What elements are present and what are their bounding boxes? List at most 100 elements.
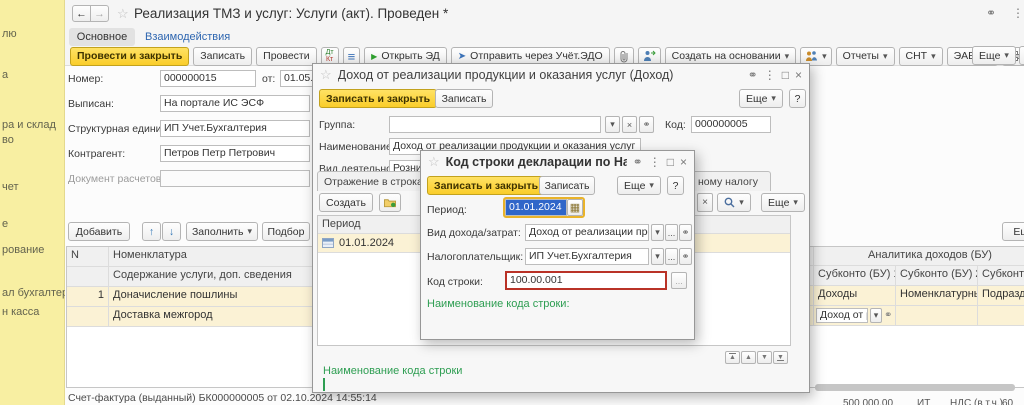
reports-button[interactable]: Отчеты ▾ <box>835 46 895 66</box>
subconto-edit-input[interactable]: Доход от ре <box>816 308 868 323</box>
favorite-star-icon[interactable]: ☆ <box>320 67 332 83</box>
issued-field[interactable]: На портале ИС ЭСФ <box>160 95 310 112</box>
subconto3-cell[interactable]: Подразделе <box>978 286 1024 305</box>
list-more-button[interactable]: Еще ▾ <box>761 193 805 212</box>
more-button[interactable]: Еще ▾ <box>972 46 1016 65</box>
service-content-cell[interactable]: Доставка межгород <box>109 307 312 326</box>
go-prev-icon[interactable]: ▲ <box>741 351 756 364</box>
sidebar-item[interactable]: чет <box>2 181 19 193</box>
link-icon[interactable]: ⚭ <box>633 156 643 168</box>
code-field[interactable]: 000000005 <box>691 116 771 133</box>
link-icon[interactable]: ⚭ <box>679 248 692 265</box>
move-up-icon[interactable]: ↑ <box>142 222 161 241</box>
menu-dots-icon[interactable]: ⋮ <box>649 156 661 168</box>
table-row[interactable]: 1 Доначисление пошлины <box>67 287 312 307</box>
go-next-icon[interactable]: ▼ <box>757 351 772 364</box>
sidebar-item[interactable]: е <box>2 218 8 230</box>
forward-icon[interactable]: → <box>90 5 109 22</box>
column-header-subconto1[interactable]: Субконто (БУ) 1 <box>814 266 896 285</box>
column-header-subconto3[interactable]: Субконто (Б <box>978 266 1024 285</box>
chevron-down-icon[interactable]: ▾ <box>651 248 664 265</box>
tab-interactions[interactable]: Взаимодействия <box>145 31 230 43</box>
taxpayer-field[interactable]: ИП Учет.Бухгалтерия <box>525 248 649 265</box>
status-bar-invoice-link[interactable]: Счет-фактура (выданный) БК000000005 от 0… <box>68 392 377 404</box>
snt-button[interactable]: СНТ ▾ <box>898 46 943 66</box>
chevron-down-icon[interactable]: ▾ <box>870 308 882 323</box>
analytics-more-button[interactable]: Еще <box>1002 222 1024 241</box>
chevron-down-icon[interactable]: ▾ <box>605 116 620 133</box>
add-row-button[interactable]: Добавить <box>68 222 130 241</box>
counterparty-field[interactable]: Петров Петр Петрович <box>160 145 310 162</box>
fill-button[interactable]: Заполнить ▾ <box>186 222 258 241</box>
income-type-field[interactable]: Доход от реализации продукции и о <box>525 224 649 241</box>
save-and-close-button[interactable]: Записать и закрыть <box>319 89 438 108</box>
link-icon[interactable]: ⚭ <box>884 310 892 322</box>
sidebar-item[interactable]: во <box>2 134 14 146</box>
subconto2-cell[interactable] <box>896 306 978 325</box>
column-header-service-content[interactable]: Содержание услуги, доп. сведения <box>109 267 312 286</box>
sidebar-item[interactable]: ал бухгалтера <box>2 287 74 299</box>
column-header-n[interactable]: N <box>67 247 109 266</box>
table-row[interactable]: Доходы Номенклатурны... Подразделе <box>807 286 1024 306</box>
go-first-icon[interactable]: ▲ <box>725 351 740 364</box>
nomenclature-cell[interactable]: Доначисление пошлины <box>109 287 312 306</box>
post-button[interactable]: Провести <box>256 46 317 66</box>
link-icon[interactable]: ⚭ <box>679 224 692 241</box>
sidebar-item[interactable]: ра и склад <box>2 119 56 131</box>
settlement-doc-field[interactable] <box>160 170 310 187</box>
horizontal-scrollbar[interactable] <box>815 384 1015 391</box>
sidebar-item[interactable]: лю <box>2 28 17 40</box>
save-and-close-button[interactable]: Записать и закрыть <box>427 176 546 195</box>
choose-icon[interactable]: ... <box>671 272 687 289</box>
menu-dots-icon[interactable]: ⋮ <box>764 69 776 81</box>
more-button[interactable]: Еще ▾ <box>617 176 661 195</box>
go-last-icon[interactable]: ▼ <box>773 351 788 364</box>
column-header-nomenclature[interactable]: Номенклатура <box>109 247 312 266</box>
menu-dots-icon[interactable]: ⋮ <box>1012 7 1024 19</box>
choose-icon[interactable]: ... <box>665 224 678 241</box>
tab-main[interactable]: Основное <box>69 28 135 46</box>
move-down-icon[interactable]: ↓ <box>162 222 181 241</box>
close-icon[interactable]: × <box>680 156 687 168</box>
save-button[interactable]: Записать <box>435 89 493 108</box>
search-icon[interactable]: ▾ <box>717 193 751 212</box>
close-icon[interactable]: × <box>795 69 802 81</box>
favorite-star-icon[interactable]: ☆ <box>428 154 440 170</box>
table-row[interactable]: Доставка межгород <box>67 307 312 327</box>
help-button-cut[interactable] <box>1019 46 1024 65</box>
subconto1-edit-cell[interactable]: Доход от ре ▾ ⚭ <box>814 306 896 325</box>
help-button[interactable]: ? <box>667 176 684 195</box>
post-and-close-button[interactable]: Провести и закрыть <box>70 46 190 66</box>
help-button[interactable]: ? <box>789 89 806 108</box>
back-icon[interactable]: ← <box>72 5 91 22</box>
favorite-star-icon[interactable]: ☆ <box>117 6 129 22</box>
save-button[interactable]: Записать <box>539 176 595 195</box>
number-field[interactable]: 000000015 <box>160 70 256 87</box>
calendar-icon[interactable]: ▦ <box>567 199 583 216</box>
sidebar-item[interactable]: рование <box>2 244 44 256</box>
maximize-icon[interactable]: □ <box>667 156 674 168</box>
maximize-icon[interactable]: □ <box>782 69 789 81</box>
pick-button[interactable]: Подбор <box>262 222 310 241</box>
choose-icon[interactable]: ... <box>665 248 678 265</box>
create-group-folder-icon[interactable] <box>379 193 401 212</box>
structural-unit-field[interactable]: ИП Учет.Бухгалтерия <box>160 120 310 137</box>
table-row[interactable]: Доход от ре ▾ ⚭ <box>807 306 1024 326</box>
subconto1-cell[interactable]: Доходы <box>814 286 896 305</box>
clear-icon[interactable]: × <box>622 116 637 133</box>
link-icon[interactable]: ⚭ <box>639 116 654 133</box>
more-button[interactable]: Еще ▾ <box>739 89 783 108</box>
chevron-down-icon[interactable]: ▾ <box>651 224 664 241</box>
sidebar-item[interactable]: а <box>2 69 8 81</box>
sidebar-item[interactable]: н касса <box>2 306 39 318</box>
column-header-subconto2[interactable]: Субконто (БУ) 2 <box>896 266 978 285</box>
line-code-field[interactable]: 100.00.001 <box>505 271 667 290</box>
save-button[interactable]: Записать <box>193 46 253 66</box>
link-icon[interactable]: ⚭ <box>748 69 758 81</box>
subconto3-cell[interactable] <box>978 306 1024 325</box>
search-clear-icon[interactable]: × <box>697 193 713 212</box>
subconto2-cell[interactable]: Номенклатурны... <box>896 286 978 305</box>
link-icon[interactable]: ⚭ <box>986 7 996 19</box>
group-field[interactable] <box>389 116 601 133</box>
period-field[interactable]: 01.01.2024 <box>505 199 567 216</box>
